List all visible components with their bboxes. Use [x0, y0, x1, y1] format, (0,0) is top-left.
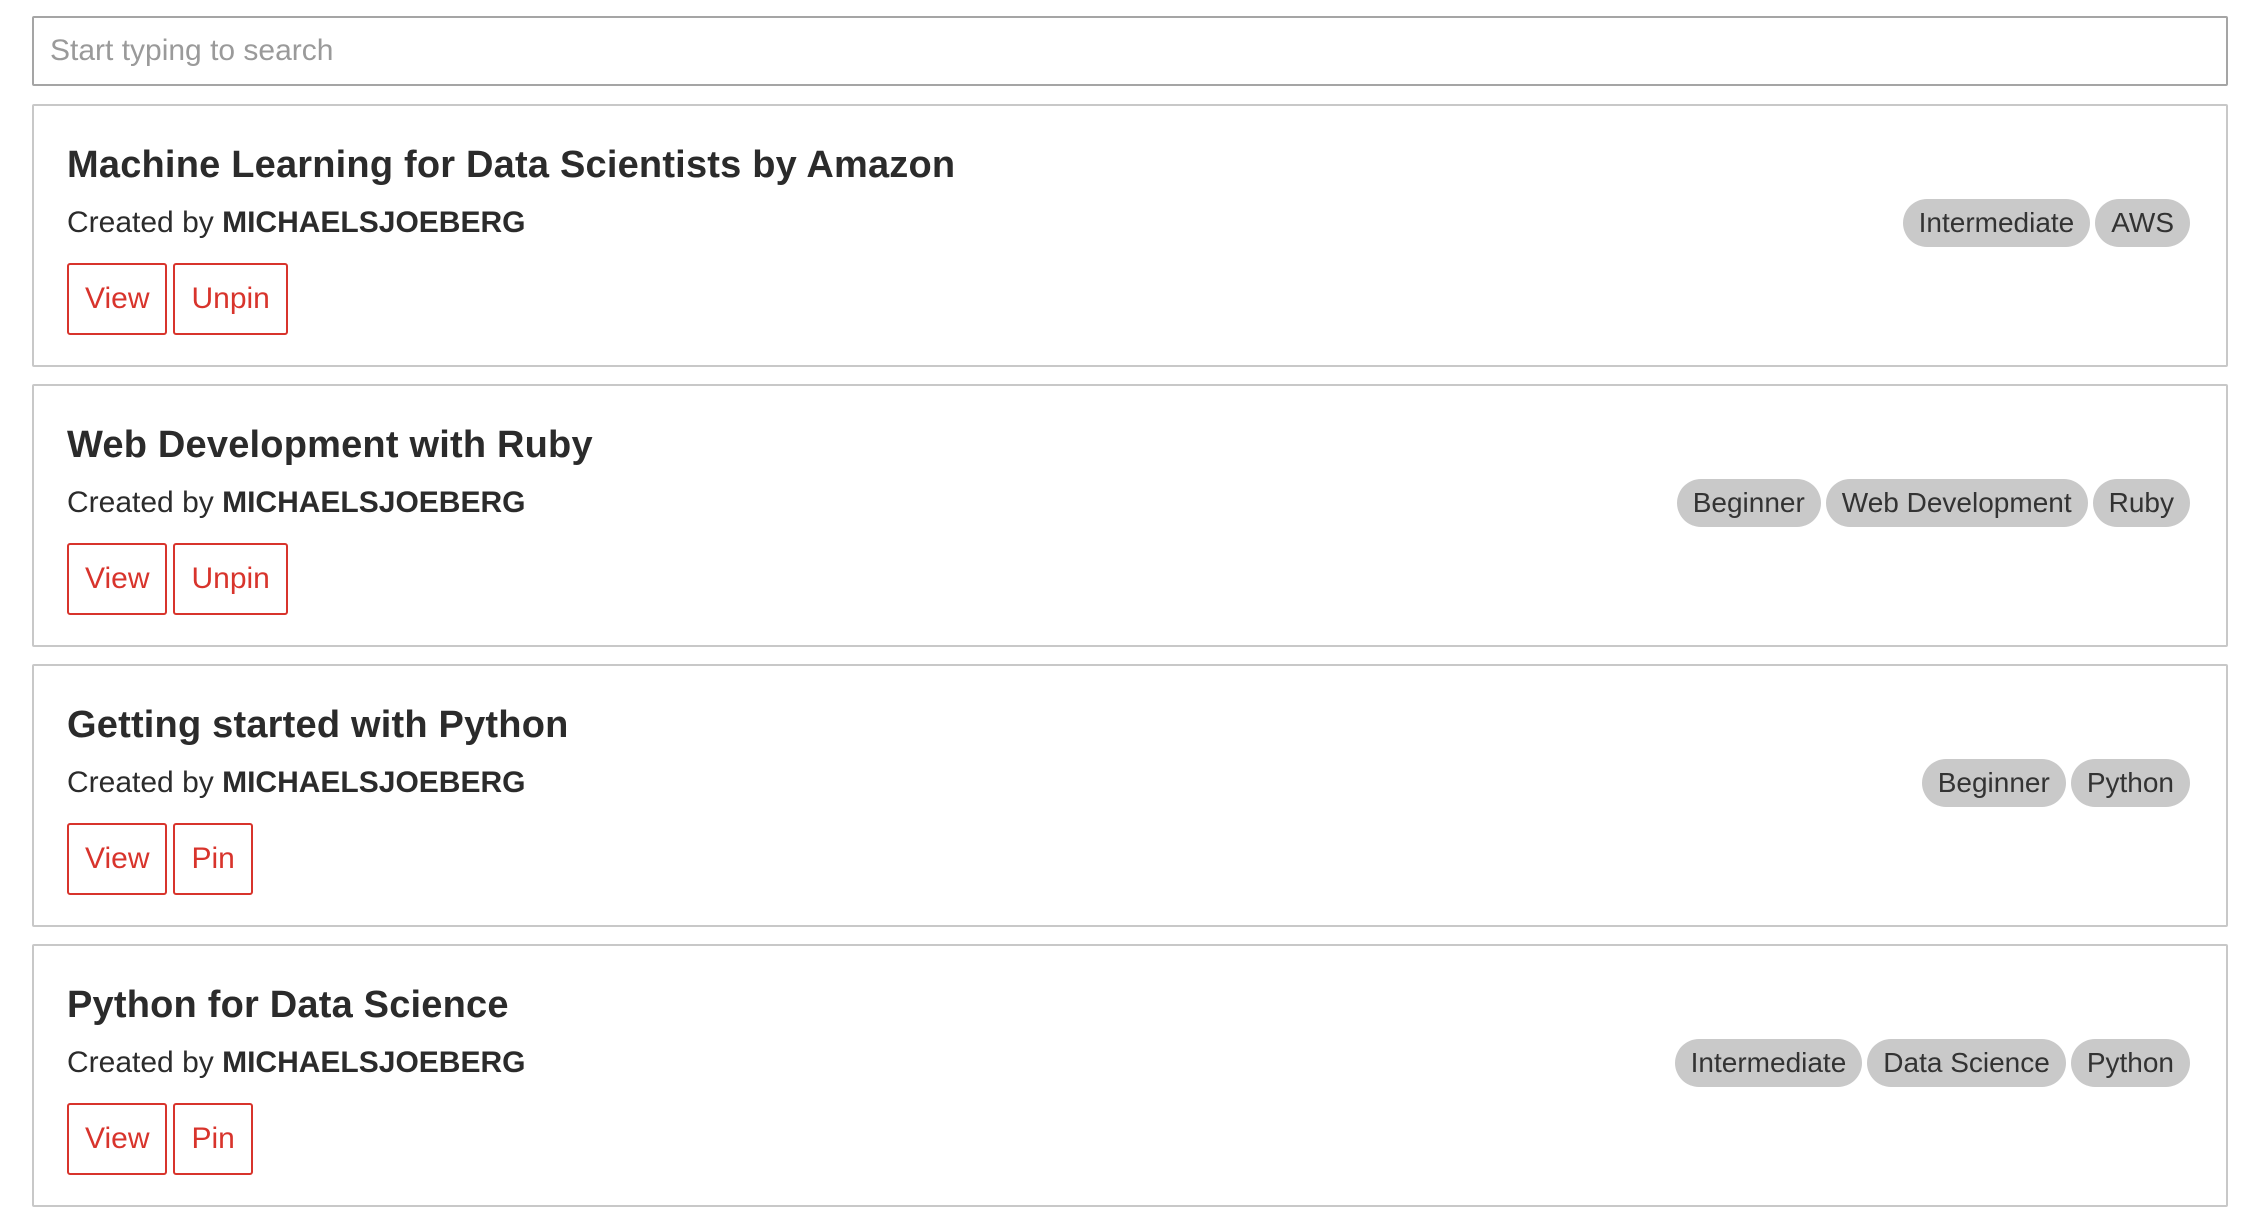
- created-by-label: Created by: [67, 766, 223, 799]
- course-card: Getting started with Python Created by M…: [32, 664, 2228, 927]
- course-tags: Beginner Python: [1921, 759, 2190, 807]
- author-name: MICHAELSJOEBERG: [222, 1046, 526, 1079]
- course-author: Created by MICHAELSJOEBERG: [67, 1046, 525, 1080]
- course-tags: Intermediate Data Science Python: [1674, 1039, 2190, 1087]
- tag-level: Intermediate: [1902, 199, 2091, 247]
- course-actions: View Unpin: [67, 543, 288, 615]
- course-author: Created by MICHAELSJOEBERG: [67, 486, 525, 520]
- course-actions: View Pin: [67, 823, 253, 895]
- view-button[interactable]: View: [67, 543, 168, 615]
- course-title: Getting started with Python: [67, 704, 569, 746]
- course-actions: View Unpin: [67, 263, 288, 335]
- course-browser: Machine Learning for Data Scientists by …: [32, 16, 2228, 1224]
- course-title: Web Development with Ruby: [67, 424, 593, 466]
- tag-topic: Ruby: [2092, 479, 2190, 527]
- course-author: Created by MICHAELSJOEBERG: [67, 766, 525, 800]
- tag-level: Beginner: [1676, 479, 1821, 527]
- created-by-label: Created by: [67, 486, 223, 519]
- tag-topic: Web Development: [1825, 479, 2088, 527]
- unpin-button[interactable]: Unpin: [173, 543, 288, 615]
- view-button[interactable]: View: [67, 263, 168, 335]
- unpin-button[interactable]: Unpin: [173, 263, 288, 335]
- author-name: MICHAELSJOEBERG: [222, 766, 526, 799]
- course-tags: Intermediate AWS: [1902, 199, 2190, 247]
- tag-topic: Python: [2070, 1039, 2190, 1087]
- tag-level: Beginner: [1921, 759, 2066, 807]
- created-by-label: Created by: [67, 206, 223, 239]
- course-card: Web Development with Ruby Created by MIC…: [32, 384, 2228, 647]
- course-actions: View Pin: [67, 1103, 253, 1175]
- course-author: Created by MICHAELSJOEBERG: [67, 206, 525, 240]
- author-name: MICHAELSJOEBERG: [222, 486, 526, 519]
- view-button[interactable]: View: [67, 823, 168, 895]
- pin-button[interactable]: Pin: [173, 1103, 253, 1175]
- course-title: Python for Data Science: [67, 984, 509, 1026]
- course-tags: Beginner Web Development Ruby: [1676, 479, 2190, 527]
- course-card: Machine Learning for Data Scientists by …: [32, 104, 2228, 367]
- tag-topic: AWS: [2095, 199, 2190, 247]
- tag-topic: Data Science: [1867, 1039, 2066, 1087]
- tag-level: Intermediate: [1674, 1039, 1863, 1087]
- author-name: MICHAELSJOEBERG: [222, 206, 526, 239]
- search-input[interactable]: [32, 16, 2228, 86]
- course-list: Machine Learning for Data Scientists by …: [32, 104, 2228, 1207]
- pin-button[interactable]: Pin: [173, 823, 253, 895]
- created-by-label: Created by: [67, 1046, 223, 1079]
- tag-topic: Python: [2070, 759, 2190, 807]
- course-card: Python for Data Science Created by MICHA…: [32, 944, 2228, 1207]
- view-button[interactable]: View: [67, 1103, 168, 1175]
- course-title: Machine Learning for Data Scientists by …: [67, 144, 956, 186]
